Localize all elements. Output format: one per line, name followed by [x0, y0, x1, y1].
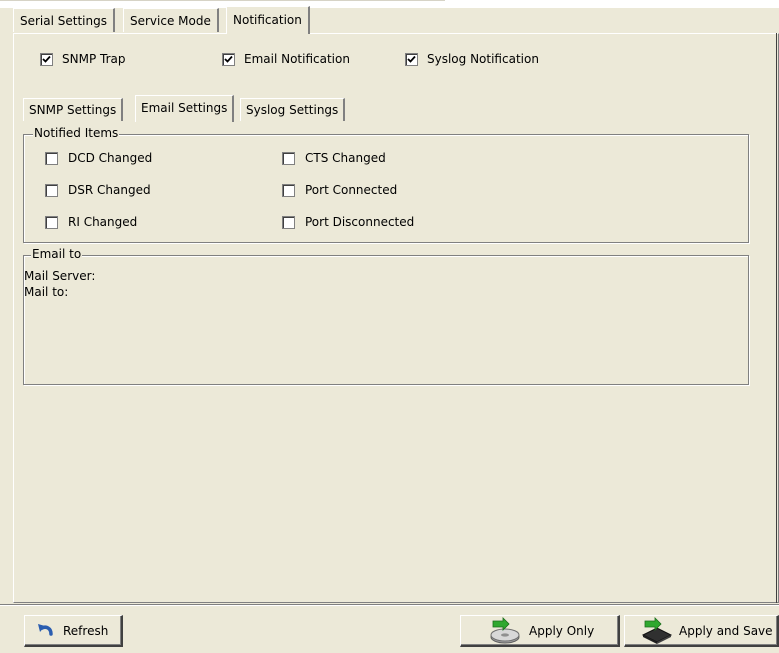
apply-and-save-label: Apply and Save	[679, 623, 773, 638]
check-icon	[407, 55, 416, 63]
dsr-changed-label: DSR Changed	[68, 183, 151, 197]
apply-only-button[interactable]: Apply Only	[460, 615, 620, 647]
email-notification-checkbox[interactable]	[222, 53, 235, 66]
syslog-notification-checkbox[interactable]	[405, 53, 418, 66]
port-disconnected-label: Port Disconnected	[305, 215, 415, 229]
tab-syslog-settings[interactable]: Syslog Settings	[240, 98, 346, 121]
ri-changed-label: RI Changed	[68, 215, 138, 229]
chip-arrow-icon	[641, 616, 673, 644]
panel-right-edge	[776, 33, 777, 603]
refresh-arrow-icon	[38, 623, 53, 636]
email-to-group	[23, 255, 749, 385]
check-icon	[42, 55, 51, 63]
disk-arrow-icon	[490, 616, 520, 643]
dcd-changed-checkbox[interactable]	[45, 152, 58, 165]
cts-changed-label: CTS Changed	[305, 151, 386, 165]
dcd-changed-label: DCD Changed	[68, 151, 153, 165]
snmp-trap-checkbox[interactable]	[40, 53, 53, 66]
check-icon	[224, 55, 233, 63]
email-to-legend: Email to	[31, 247, 83, 261]
notified-items-legend: Notified Items	[33, 126, 120, 140]
tab-notification[interactable]: Notification	[226, 6, 310, 34]
bottom-separator-highlight	[0, 605, 779, 606]
port-connected-label: Port Connected	[305, 183, 398, 197]
syslog-notification-label: Syslog Notification	[427, 52, 539, 66]
tab-email-settings[interactable]: Email Settings	[135, 95, 235, 122]
refresh-label: Refresh	[63, 623, 109, 638]
apply-and-save-button[interactable]: Apply and Save	[624, 615, 779, 647]
apply-only-label: Apply Only	[529, 623, 595, 638]
top-edge-line	[0, 0, 445, 1]
port-connected-checkbox[interactable]	[282, 184, 295, 197]
ri-changed-checkbox[interactable]	[45, 216, 58, 229]
snmp-trap-label: SNMP Trap	[62, 52, 126, 66]
tab-serial-settings[interactable]: Serial Settings	[13, 8, 115, 32]
cts-changed-checkbox[interactable]	[282, 152, 295, 165]
port-disconnected-checkbox[interactable]	[282, 216, 295, 229]
top-white-band	[0, 0, 779, 8]
tab-snmp-settings[interactable]: SNMP Settings	[23, 98, 124, 121]
refresh-button[interactable]: Refresh	[24, 615, 123, 647]
email-notification-label: Email Notification	[244, 52, 350, 66]
dsr-changed-checkbox[interactable]	[45, 184, 58, 197]
tab-service-mode[interactable]: Service Mode	[123, 8, 219, 32]
mail-server-label: Mail Server:	[24, 269, 96, 283]
mail-to-label: Mail to:	[24, 285, 69, 299]
